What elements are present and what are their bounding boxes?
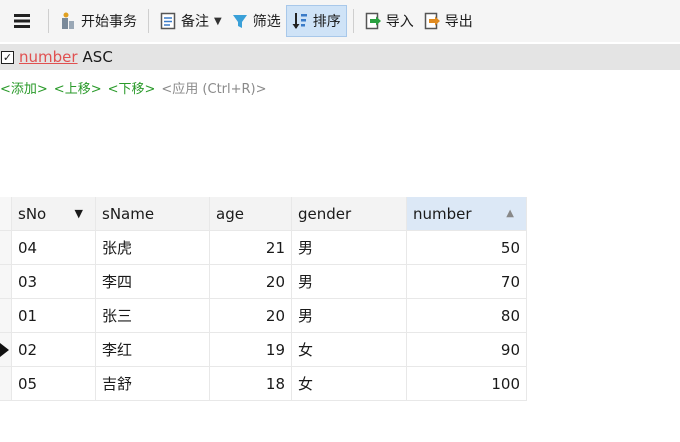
row-indicator[interactable] xyxy=(0,299,12,333)
cell-gender[interactable]: 女 xyxy=(292,367,407,401)
chevron-down-icon[interactable]: ▼ xyxy=(214,16,222,27)
sort-icon xyxy=(292,13,307,29)
memo-label: 备注 xyxy=(181,14,209,30)
sort-button[interactable]: 排序 xyxy=(285,5,347,37)
export-button[interactable]: 导出 xyxy=(419,5,478,37)
filter-button[interactable]: 筛选 xyxy=(227,5,286,37)
import-label: 导入 xyxy=(385,14,414,30)
memo-button[interactable]: 备注 ▼ xyxy=(155,5,227,37)
row-indicator[interactable] xyxy=(0,367,12,401)
cell-sno[interactable]: 03 xyxy=(12,265,96,299)
column-header-label: number xyxy=(413,204,472,223)
row-indicator[interactable] xyxy=(0,231,12,265)
cell-sname[interactable]: 李四 xyxy=(96,265,210,299)
begin-transaction-button[interactable]: 开始事务 xyxy=(55,5,142,37)
move-down-link[interactable]: <下移> xyxy=(108,78,156,97)
cell-sno[interactable]: 05 xyxy=(12,367,96,401)
sort-desc-icon[interactable]: ▼ xyxy=(75,207,83,220)
transaction-icon xyxy=(62,12,74,29)
row-indicator-header xyxy=(0,197,12,231)
cell-number[interactable]: 50 xyxy=(407,231,527,265)
cell-sno[interactable]: 04 xyxy=(12,231,96,265)
column-header-age[interactable]: age xyxy=(210,197,292,231)
import-icon xyxy=(365,12,381,30)
hamburger-menu-icon xyxy=(14,14,30,28)
toolbar-separator xyxy=(148,9,149,33)
filter-label: 筛选 xyxy=(252,14,281,30)
row-indicator[interactable] xyxy=(0,265,12,299)
filter-funnel-icon xyxy=(232,15,247,28)
cell-sname[interactable]: 张虎 xyxy=(96,231,210,265)
sort-asc-icon[interactable]: ▲ xyxy=(506,208,514,219)
column-header-number[interactable]: number ▲ xyxy=(407,197,527,231)
column-header-label: gender xyxy=(298,204,352,223)
current-row-arrow-icon xyxy=(0,342,9,357)
sort-enabled-checkbox[interactable]: ✓ xyxy=(1,50,14,64)
row-indicator[interactable] xyxy=(0,333,12,367)
sort-field-link[interactable]: number xyxy=(19,48,78,66)
toolbar-separator xyxy=(352,9,354,33)
cell-sno[interactable]: 02 xyxy=(12,333,96,367)
checkmark-icon: ✓ xyxy=(2,50,13,64)
sort-label: 排序 xyxy=(312,14,341,30)
column-header-sname[interactable]: sName xyxy=(96,197,210,231)
cell-number[interactable]: 80 xyxy=(407,299,527,333)
apply-link[interactable]: <应用 (Ctrl+R)> xyxy=(161,78,266,97)
cell-sno[interactable]: 01 xyxy=(12,299,96,333)
cell-number[interactable]: 90 xyxy=(407,333,527,367)
cell-gender[interactable]: 女 xyxy=(292,333,407,367)
cell-gender[interactable]: 男 xyxy=(292,299,407,333)
column-header-label: sNo xyxy=(18,204,47,223)
cell-age[interactable]: 19 xyxy=(210,333,292,367)
toolbar: 开始事务 备注 ▼ 筛选 排序 导入 导出 xyxy=(0,0,680,42)
cell-gender[interactable]: 男 xyxy=(292,231,407,265)
begin-transaction-label: 开始事务 xyxy=(81,14,137,30)
import-button[interactable]: 导入 xyxy=(360,5,419,37)
cell-number[interactable]: 100 xyxy=(407,367,527,401)
column-header-label: age xyxy=(216,204,244,223)
column-header-label: sName xyxy=(102,204,155,223)
export-icon xyxy=(424,12,440,30)
cell-age[interactable]: 20 xyxy=(210,299,292,333)
column-header-sno[interactable]: sNo ▼ xyxy=(12,197,96,231)
cell-number[interactable]: 70 xyxy=(407,265,527,299)
move-up-link[interactable]: <上移> xyxy=(54,78,102,97)
cell-gender[interactable]: 男 xyxy=(292,265,407,299)
cell-age[interactable]: 18 xyxy=(210,367,292,401)
cell-age[interactable]: 20 xyxy=(210,265,292,299)
column-header-gender[interactable]: gender xyxy=(292,197,407,231)
cell-sname[interactable]: 张三 xyxy=(96,299,210,333)
add-sort-link[interactable]: <添加> xyxy=(0,78,48,97)
cell-age[interactable]: 21 xyxy=(210,231,292,265)
toolbar-separator xyxy=(48,9,49,33)
sort-direction[interactable]: ASC xyxy=(83,48,113,66)
sort-criteria-row: ✓ number ASC xyxy=(0,44,680,70)
menu-button[interactable] xyxy=(2,5,42,37)
export-label: 导出 xyxy=(444,14,473,30)
sort-actions: <添加> <上移> <下移> <应用 (Ctrl+R)> xyxy=(0,78,267,97)
cell-sname[interactable]: 李红 xyxy=(96,333,210,367)
memo-icon xyxy=(160,12,176,30)
cell-sname[interactable]: 吉舒 xyxy=(96,367,210,401)
